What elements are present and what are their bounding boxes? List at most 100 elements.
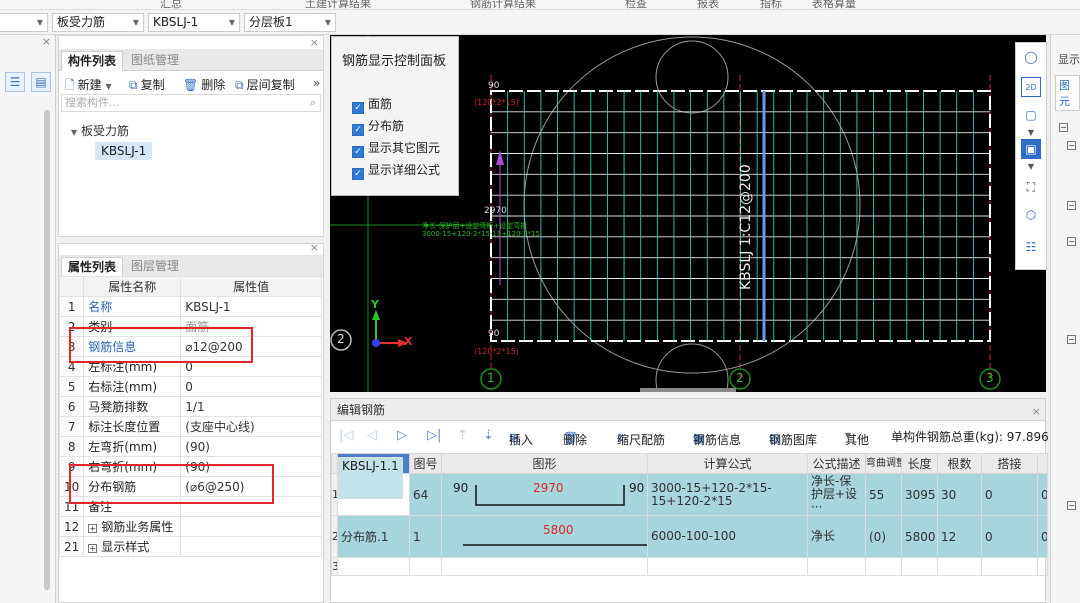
solid-cube-icon[interactable]: ▣	[1021, 139, 1041, 159]
col-shape[interactable]: 图形	[441, 453, 648, 474]
move-up-icon[interactable]: ⇡	[457, 428, 468, 443]
dim-mid: 2970	[484, 206, 507, 216]
list-view-icon[interactable]: ☰	[5, 72, 25, 92]
2d-view-icon[interactable]: 2D	[1021, 77, 1041, 97]
menu-table-calc[interactable]: 表格算量	[812, 0, 856, 9]
expand-icon[interactable]: +	[88, 544, 98, 553]
detail-view-icon[interactable]: ▤	[31, 72, 51, 92]
close-icon[interactable]: ×	[310, 241, 319, 254]
chevron-down-icon: ▼	[105, 82, 112, 91]
expand-icon[interactable]: +	[88, 524, 98, 533]
tree-parent[interactable]: ▼ 板受力筋	[71, 122, 129, 139]
copy-button[interactable]: ⧉ 复制	[129, 76, 165, 93]
chevron-down-icon[interactable]: ▼	[1021, 157, 1041, 177]
component-name-select[interactable]: KBSLJ-1 ▼	[148, 13, 240, 32]
col-formula-desc[interactable]: 公式描述	[807, 453, 866, 474]
axis-y-label: Y	[371, 298, 379, 311]
dim-bottom: 90	[488, 329, 500, 339]
table-row[interactable]: 1 KBSLJ-1.1 64 90 2970 90 3000-15+120-2*…	[331, 456, 1048, 516]
first-record-icon[interactable]: |◁	[339, 428, 353, 443]
col-property-name: 属性名称	[83, 276, 182, 297]
settings-list-icon[interactable]: ☷	[1021, 237, 1041, 257]
expand-icon[interactable]: −	[1067, 237, 1076, 246]
bar-no-cell[interactable]: KBSLJ-1.1	[338, 456, 403, 499]
layer-select[interactable]: 分层板1 ▼	[244, 13, 336, 32]
edit-rebar-title: 编辑钢筋 ×	[331, 399, 1045, 421]
expand-icon[interactable]: −	[1067, 141, 1076, 150]
table-row[interactable]: 8 左弯折(mm) (90)	[58, 436, 322, 457]
tab-drawing-management[interactable]: 图纸管理	[125, 51, 185, 71]
checkbox-top-rebar[interactable]: ✓ 面筋	[352, 95, 392, 114]
floor-copy-button[interactable]: ⧉ 层间复制	[235, 76, 295, 93]
move-down-icon[interactable]: ⇣	[483, 428, 494, 443]
checkbox-show-other-elements[interactable]: ✓ 显示其它图元	[352, 139, 440, 158]
expand-icon[interactable]: −	[1067, 335, 1076, 344]
table-row[interactable]: 1 名称 KBSLJ-1	[58, 296, 322, 317]
tree-item-kbslj-1[interactable]: KBSLJ-1	[95, 142, 153, 160]
expand-icon[interactable]: −	[1067, 501, 1076, 510]
menu-index[interactable]: 指标	[760, 0, 782, 9]
tab-elements[interactable]: 图元	[1055, 75, 1080, 111]
orbit-icon[interactable]: ◯	[1021, 47, 1041, 67]
table-row[interactable]: 2 分布筋.1 1 5800 6000-100-100 净长 (0) 5800 …	[331, 515, 1048, 558]
last-record-icon[interactable]: ▷|	[427, 428, 441, 443]
box-select-icon[interactable]: ⬡	[1021, 205, 1041, 225]
grid-label-1: 1	[487, 371, 495, 385]
expand-icon[interactable]: −	[1059, 123, 1068, 132]
chevron-down-icon: ▼	[132, 18, 139, 27]
chevron-down-icon: ▼	[324, 18, 331, 27]
table-row[interactable]: 12 + 钢筋业务属性	[58, 516, 322, 537]
table-row[interactable]: 21 + 显示样式	[58, 536, 322, 557]
display-panel-title: 显示	[1058, 53, 1080, 66]
col-formula[interactable]: 计算公式	[647, 453, 808, 474]
highlight-distribution-rebar	[69, 464, 274, 504]
expand-icon[interactable]: −	[1067, 201, 1076, 210]
table-row[interactable]: 6 马凳筋排数 1/1	[58, 396, 322, 417]
col-length[interactable]: 长度	[901, 453, 938, 474]
menu-civil-results[interactable]: 土建计算结果	[305, 0, 371, 9]
table-row[interactable]: 5 右标注(mm) 0	[58, 376, 322, 397]
axis-x-label: X	[404, 335, 413, 348]
chevron-down-icon: ▼	[71, 128, 78, 137]
tab-layer-management[interactable]: 图层管理	[125, 257, 185, 277]
bar-no-cell[interactable]: 分布筋.1	[337, 515, 410, 558]
shape-cell[interactable]: 90 2970 90	[441, 473, 648, 516]
col-bend-adjust[interactable]: 弯曲调整	[865, 453, 902, 474]
close-icon[interactable]: ×	[42, 35, 51, 48]
checkbox-distribution-rebar[interactable]: ✓ 分布筋	[352, 117, 404, 136]
tab-component-list[interactable]: 构件列表	[61, 51, 124, 71]
menu-report[interactable]: 报表	[697, 0, 719, 9]
more-button[interactable]: »	[313, 76, 320, 90]
straight-bar-shape	[463, 543, 647, 546]
component-type-select[interactable]: 板受力筋 ▼	[52, 13, 144, 32]
checkbox-show-formula[interactable]: ✓ 显示详细公式	[352, 161, 440, 180]
table-row[interactable]: 7 标注长度位置 (支座中心线)	[58, 416, 322, 437]
menu-summary[interactable]: 汇总	[160, 0, 182, 9]
close-icon[interactable]: ×	[310, 36, 319, 49]
col-count[interactable]: 根数	[937, 453, 982, 474]
cube-icon[interactable]: ▢	[1021, 105, 1041, 125]
prev-record-icon[interactable]: ◁	[367, 428, 377, 443]
check-icon: ✓	[352, 102, 364, 114]
tab-property-list[interactable]: 属性列表	[61, 257, 124, 277]
cad-canvas[interactable]: 90 (120*2*15) 2970 90 (120*2*15) 净长-保护层+…	[330, 35, 1046, 392]
fullscreen-icon[interactable]: ⛶	[1021, 177, 1041, 197]
delete-button[interactable]: 🗑 删除	[183, 76, 225, 93]
rebar-table: 筋号 图号 图形 计算公式 公式描述 弯曲调整 长度 根数 搭接 1 KBSLJ…	[331, 453, 1048, 576]
search-input[interactable]: 搜索构件... ⌕	[61, 94, 321, 112]
col-figure-no[interactable]: 图号	[409, 453, 442, 474]
next-record-icon[interactable]: ▷	[397, 428, 407, 443]
close-icon[interactable]: ×	[1032, 401, 1041, 423]
floor-select[interactable]: ▼	[0, 13, 48, 32]
rebar-display-control-panel: 钢筋显示控制面板 ✓ 面筋 ✓ 分布筋 ✓ 显示其它图元 ✓ 显示详细公式	[331, 36, 459, 196]
menu-check[interactable]: 检查	[625, 0, 647, 9]
menu-rebar-results[interactable]: 钢筋计算结果	[470, 0, 536, 9]
check-icon: ✓	[352, 146, 364, 158]
scrollbar[interactable]	[44, 110, 50, 590]
shape-cell[interactable]: 5800	[441, 515, 648, 558]
chevron-down-icon: ▼	[845, 431, 852, 440]
table-row[interactable]: 3	[331, 557, 1048, 576]
view-toolbar: ◯ 2D ▢ ▼ ▣ ▼ ⛶ ⬡ ☷	[1015, 42, 1047, 270]
selector-toolbar: ▼ 板受力筋 ▼ KBSLJ-1 ▼ 分层板1 ▼	[0, 10, 1080, 35]
col-lap[interactable]: 搭接	[981, 453, 1038, 474]
